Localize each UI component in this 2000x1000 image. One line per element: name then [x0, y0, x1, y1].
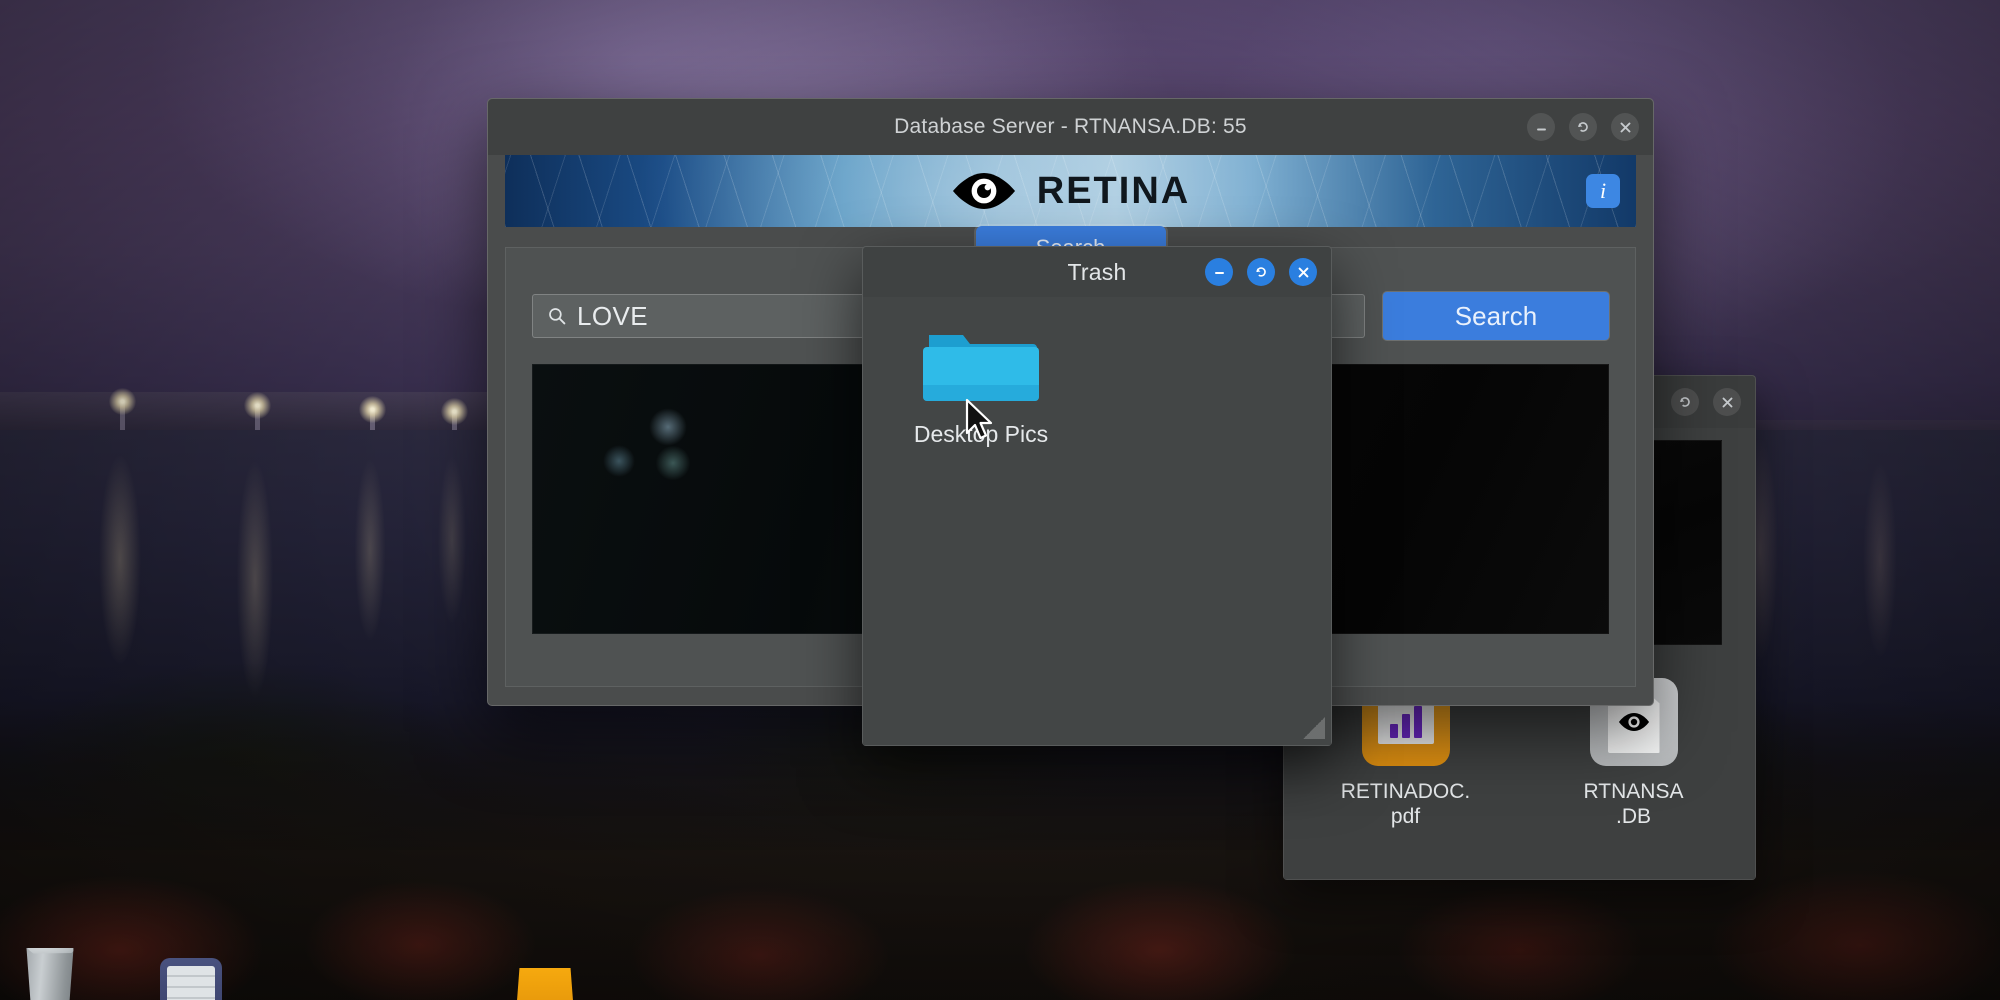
main-window-controls	[1527, 113, 1639, 141]
file-label-retinadoc: RETINADOC. pdf	[1340, 780, 1471, 828]
desktop-icon-trash[interactable]	[22, 948, 78, 1000]
eye-icon	[1618, 713, 1649, 731]
trash-window-controls	[1205, 258, 1317, 286]
trash-window-title: Trash	[1067, 258, 1127, 285]
trash-window-body: Desktop Pics	[863, 297, 1331, 745]
notepad-lines	[167, 966, 215, 1000]
search-input-value: LOVE	[577, 300, 648, 331]
maximize-icon[interactable]	[1247, 258, 1275, 286]
info-button[interactable]: i	[1586, 174, 1620, 208]
main-window-title: Database Server - RTNANSA.DB: 55	[894, 115, 1247, 138]
search-icon	[549, 308, 566, 325]
close-icon[interactable]	[1611, 113, 1639, 141]
brand-name: RETINA	[1036, 169, 1191, 212]
eye-icon	[952, 173, 1015, 209]
trash-bin-icon	[26, 948, 74, 1000]
file-label-rtnansa-db: RTNANSA .DB	[1583, 780, 1684, 828]
chart-glyph	[1377, 700, 1434, 744]
minimize-icon[interactable]	[1205, 258, 1233, 286]
retina-brand: RETINA	[951, 170, 1190, 213]
resize-handle[interactable]	[1303, 717, 1325, 739]
retina-banner: RETINA i	[505, 155, 1636, 227]
notepad-icon	[160, 958, 222, 1000]
desktop-icon-orange[interactable]	[516, 968, 574, 1000]
background-window-controls	[1671, 388, 1741, 416]
maximize-icon[interactable]	[1671, 388, 1699, 416]
trash-window[interactable]: Trash Desktop Pics	[862, 246, 1332, 746]
trash-window-titlebar[interactable]: Trash	[863, 247, 1331, 297]
minimize-icon[interactable]	[1527, 113, 1555, 141]
mouse-cursor	[965, 398, 993, 440]
main-window-titlebar[interactable]: Database Server - RTNANSA.DB: 55	[488, 99, 1653, 155]
desktop-icon-notepad[interactable]	[160, 958, 222, 1000]
close-icon[interactable]	[1289, 258, 1317, 286]
maximize-icon[interactable]	[1569, 113, 1597, 141]
search-button[interactable]: Search	[1383, 292, 1609, 340]
orange-container-icon	[516, 968, 574, 1000]
close-icon[interactable]	[1713, 388, 1741, 416]
